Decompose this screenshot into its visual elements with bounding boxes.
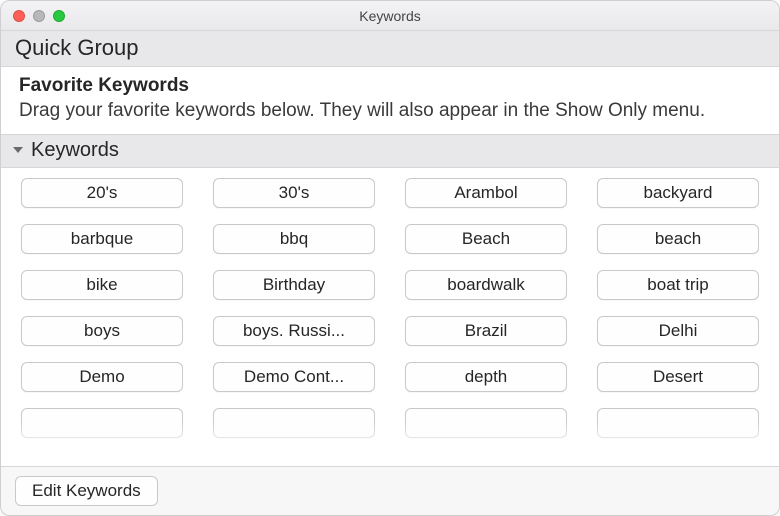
keyword-button[interactable]: boat trip xyxy=(597,270,759,300)
keywords-header-label: Keywords xyxy=(31,139,119,162)
keyword-button[interactable]: Demo xyxy=(21,362,183,392)
quick-group-label: Quick Group xyxy=(15,35,139,60)
keyword-button[interactable]: depth xyxy=(405,362,567,392)
keyword-button[interactable]: boardwalk xyxy=(405,270,567,300)
window-title: Keywords xyxy=(1,8,779,24)
bottom-toolbar: Edit Keywords xyxy=(1,466,779,515)
close-icon[interactable] xyxy=(13,10,25,22)
keyword-button[interactable]: Brazil xyxy=(405,316,567,346)
keyword-button[interactable] xyxy=(597,408,759,438)
keyword-button[interactable]: beach xyxy=(597,224,759,254)
keywords-header[interactable]: Keywords xyxy=(1,134,779,168)
keyword-button[interactable]: Arambol xyxy=(405,178,567,208)
keyword-button[interactable]: 20's xyxy=(21,178,183,208)
keyword-button[interactable]: Demo Cont... xyxy=(213,362,375,392)
keyword-button[interactable]: bbq xyxy=(213,224,375,254)
keyword-button[interactable]: boys. Russi... xyxy=(213,316,375,346)
quick-group-header[interactable]: Quick Group xyxy=(1,31,779,67)
traffic-lights xyxy=(1,10,65,22)
keyword-button[interactable]: Desert xyxy=(597,362,759,392)
keywords-scroll-area[interactable]: 20's 30's Arambol backyard barbque bbq Beachbe… xyxy=(1,168,779,466)
keyword-button[interactable] xyxy=(21,408,183,438)
keyword-button[interactable] xyxy=(405,408,567,438)
keyword-button[interactable]: Birthday xyxy=(213,270,375,300)
keyword-button[interactable] xyxy=(213,408,375,438)
keyword-button[interactable]: 30's xyxy=(213,178,375,208)
minimize-icon[interactable] xyxy=(33,10,45,22)
keyword-button[interactable]: bike xyxy=(21,270,183,300)
titlebar: Keywords xyxy=(1,1,779,31)
favorites-panel: Favorite Keywords Drag your favorite key… xyxy=(1,67,779,134)
zoom-icon[interactable] xyxy=(53,10,65,22)
keyword-button[interactable]: backyard xyxy=(597,178,759,208)
favorites-description: Drag your favorite keywords below. They … xyxy=(19,99,761,124)
keyword-button[interactable]: Beach xyxy=(405,224,567,254)
keywords-window: Keywords Quick Group Favorite Keywords D… xyxy=(0,0,780,516)
keyword-button[interactable]: Delhi xyxy=(597,316,759,346)
keyword-button[interactable]: barbque xyxy=(21,224,183,254)
keyword-button[interactable]: boys xyxy=(21,316,183,346)
edit-keywords-button[interactable]: Edit Keywords xyxy=(15,476,158,506)
keywords-grid: 20's 30's Arambol backyard barbque bbq Beachbe… xyxy=(21,178,759,438)
favorites-title: Favorite Keywords xyxy=(19,75,761,97)
disclosure-triangle-icon[interactable] xyxy=(9,141,27,159)
